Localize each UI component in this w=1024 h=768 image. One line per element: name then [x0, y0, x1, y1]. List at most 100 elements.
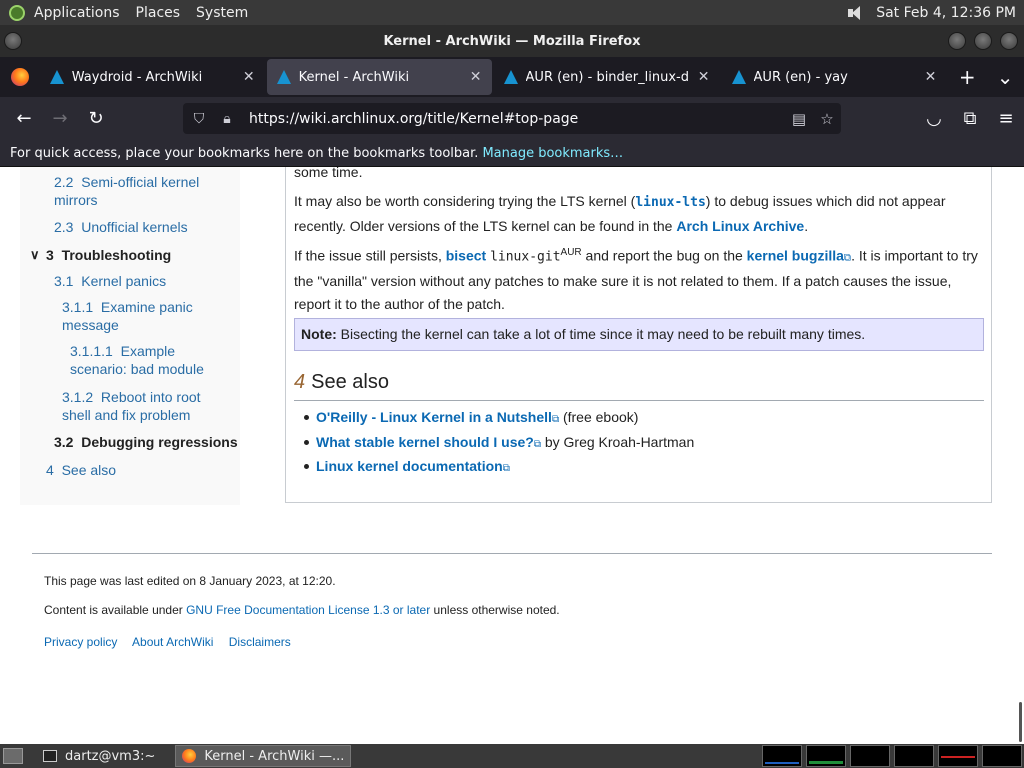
hamburger-menu-icon[interactable]: ≡ — [988, 102, 1024, 134]
reload-button[interactable]: ↻ — [78, 103, 114, 135]
close-tab-icon[interactable]: ✕ — [925, 69, 937, 85]
clock[interactable]: Sat Feb 4, 12:36 PM — [876, 5, 1016, 21]
archlinux-favicon-icon — [276, 70, 291, 84]
toc-label: scenario: bad module — [70, 361, 204, 377]
linux-lts-link[interactable]: linux-lts — [635, 195, 705, 210]
kernel-bugzilla-link[interactable]: kernel bugzilla — [747, 248, 844, 264]
taskbar-terminal[interactable]: dartz@vm3:~ — [37, 745, 161, 767]
paragraph-0: some time. — [294, 167, 363, 180]
tab-strip: Waydroid - ArchWiki ✕ Kernel - ArchWiki … — [0, 57, 1024, 97]
bookmark-star-icon[interactable]: ☆ — [813, 110, 841, 128]
swap-monitor-graph — [894, 745, 934, 767]
back-button[interactable]: ← — [6, 103, 42, 135]
new-tab-button[interactable]: + — [948, 59, 986, 95]
linux-git-code[interactable]: linux-git — [490, 250, 560, 265]
toc-label: Example — [120, 343, 176, 359]
gnome-foot-icon[interactable] — [9, 4, 25, 21]
page-scrollbar[interactable] — [1019, 702, 1022, 742]
gfdl-license-link[interactable]: GNU Free Documentation License 1.3 or la… — [186, 603, 430, 617]
external-link-icon: ⧉ — [502, 463, 510, 474]
system-monitor-applet[interactable] — [758, 745, 1022, 767]
toc-number: 2.3 — [54, 219, 74, 235]
taskbar-firefox[interactable]: Kernel - ArchWiki —... — [175, 745, 352, 767]
top-panel: Applications Places System Sat Feb 4, 12… — [0, 0, 1024, 25]
reader-view-icon[interactable]: ▤ — [785, 110, 813, 128]
url-bar[interactable]: ⛉ 🔒︎ https://wiki.archlinux.org/title/Ke… — [183, 103, 841, 134]
toc-item-3-1[interactable]: 3.1 Kernel panics — [54, 272, 166, 290]
list-item: O'Reilly - Linux Kernel in a Nutshell⧉ (… — [304, 407, 984, 432]
kernel-docs-link[interactable]: Linux kernel documentation — [316, 458, 503, 474]
maximize-button[interactable] — [974, 32, 992, 50]
tab-label: Kernel - ArchWiki — [298, 69, 410, 85]
close-tab-icon[interactable]: ✕ — [243, 69, 255, 85]
close-tab-icon[interactable]: ✕ — [470, 69, 482, 85]
close-tab-icon[interactable]: ✕ — [698, 69, 710, 85]
tab-aur-binder[interactable]: AUR (en) - binder_linux-dkms ✕ — [494, 59, 720, 95]
toc-label: Debugging regressions — [81, 434, 238, 450]
archlinux-favicon-icon — [503, 70, 518, 84]
toc-item-3[interactable]: 3 Troubleshooting — [46, 246, 171, 264]
toc-label: Unofficial kernels — [81, 219, 188, 235]
toc-label: message — [62, 317, 119, 333]
bookmarks-toolbar: For quick access, place your bookmarks h… — [0, 140, 1024, 167]
note-text: Bisecting the kernel can take a lot of t… — [336, 326, 866, 342]
bisect-link[interactable]: bisect — [446, 248, 486, 264]
menu-places[interactable]: Places — [136, 5, 181, 21]
toc-collapse-chevron-icon[interactable]: ∨ — [30, 247, 40, 263]
volume-icon[interactable] — [846, 5, 866, 21]
toc-number: 2.2 — [54, 174, 74, 190]
toc-label: Troubleshooting — [61, 247, 172, 263]
toc-item-3-1-2[interactable]: 3.1.2 Reboot into root shell and fix pro… — [62, 388, 201, 424]
tracking-protection-shield-icon[interactable]: ⛉ — [187, 111, 211, 127]
menu-applications[interactable]: Applications — [34, 5, 120, 21]
aur-superscript-link[interactable]: AUR — [561, 247, 582, 258]
oreilly-link[interactable]: O'Reilly - Linux Kernel in a Nutshell — [316, 409, 552, 425]
pocket-icon[interactable]: ◡ — [916, 102, 952, 134]
toc-label: Reboot into root — [100, 389, 201, 405]
toc-item-3-1-1[interactable]: 3.1.1 Examine panic message — [62, 298, 193, 334]
lock-icon[interactable]: 🔒︎ — [215, 111, 239, 127]
note-box: Note: Bisecting the kernel can take a lo… — [294, 318, 984, 351]
menu-system[interactable]: System — [196, 5, 248, 21]
show-desktop-icon[interactable] — [3, 748, 23, 764]
list-item: Linux kernel documentation⧉ — [304, 456, 984, 481]
toc-label: mirrors — [54, 192, 98, 208]
license-line: Content is available under GNU Free Docu… — [44, 603, 560, 617]
list-all-tabs-button[interactable]: ⌄ — [986, 59, 1024, 95]
archlinux-favicon-icon — [731, 70, 746, 84]
toc-item-3-1-1-1[interactable]: 3.1.1.1 Example scenario: bad module — [70, 342, 204, 378]
toc-item-4[interactable]: 4 See also — [46, 461, 116, 479]
arch-linux-archive-link[interactable]: Arch Linux Archive — [676, 218, 804, 234]
toc-item-2-3[interactable]: 2.3 Unofficial kernels — [54, 218, 188, 236]
toc-label: Examine panic — [100, 299, 193, 315]
manage-bookmarks-link[interactable]: Manage bookmarks… — [482, 146, 623, 161]
tab-aur-yay[interactable]: AUR (en) - yay ✕ — [722, 59, 947, 95]
extensions-icon[interactable]: ⧉ — [952, 102, 988, 134]
text: It may also be worth considering trying … — [294, 193, 636, 209]
toc-number: 3.1.1 — [62, 299, 94, 315]
toc-label: Semi-official kernel — [81, 174, 200, 190]
stable-kernel-link[interactable]: What stable kernel should I use? — [316, 434, 534, 450]
about-archwiki-link[interactable]: About ArchWiki — [132, 635, 213, 649]
tab-waydroid[interactable]: Waydroid - ArchWiki ✕ — [40, 59, 265, 95]
privacy-policy-link[interactable]: Privacy policy — [44, 635, 117, 649]
archlinux-favicon-icon — [49, 70, 64, 84]
url-text[interactable]: https://wiki.archlinux.org/title/Kernel#… — [249, 111, 785, 127]
toc-item-3-2[interactable]: 3.2 Debugging regressions — [54, 433, 238, 451]
terminal-icon — [43, 750, 57, 762]
disclaimers-link[interactable]: Disclaimers — [229, 635, 291, 649]
minimize-button[interactable] — [948, 32, 966, 50]
forward-button[interactable]: → — [42, 103, 78, 135]
tab-kernel[interactable]: Kernel - ArchWiki ✕ — [266, 59, 492, 95]
footer-links: Privacy policy About ArchWiki Disclaimer… — [44, 635, 303, 649]
toc-item-2-2[interactable]: 2.2 Semi-official kernel mirrors — [54, 173, 199, 209]
network-monitor-graph — [850, 745, 890, 767]
close-window-button[interactable] — [1000, 32, 1018, 50]
window-menu-button[interactable] — [4, 32, 22, 50]
text: unless otherwise noted. — [430, 603, 560, 617]
window-titlebar[interactable]: Kernel - ArchWiki — Mozilla Firefox — [0, 25, 1024, 57]
firefox-view-button[interactable] — [0, 57, 40, 97]
list-suffix: (free ebook) — [559, 409, 639, 425]
article-content: some time. It may also be worth consider… — [285, 167, 992, 503]
external-link-icon: ⧉ — [533, 438, 541, 450]
